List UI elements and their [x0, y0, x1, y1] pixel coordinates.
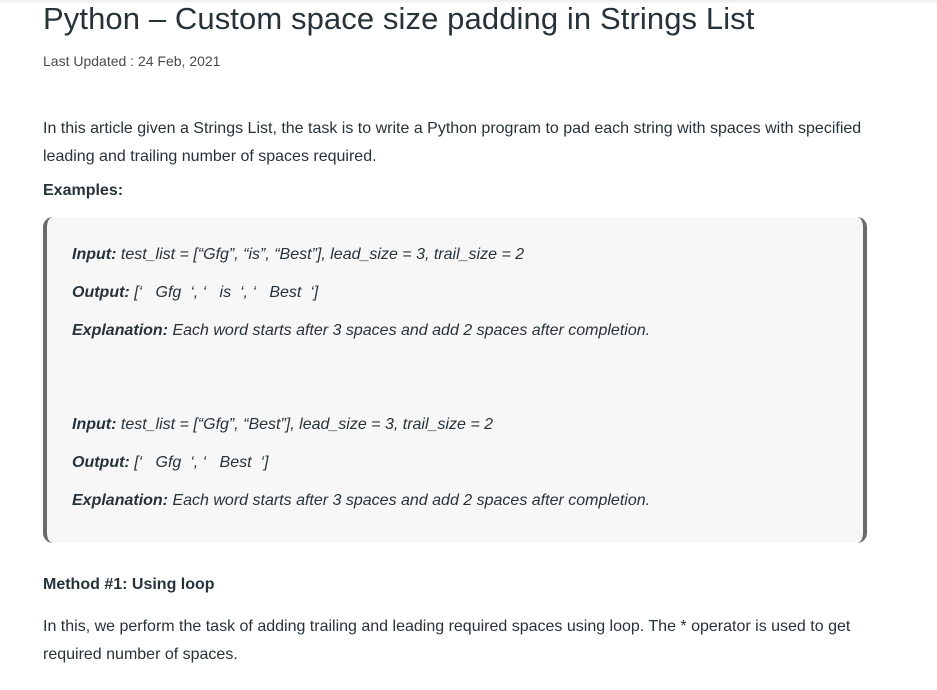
output-label: Output:: [72, 454, 130, 471]
output-label: Output:: [72, 284, 130, 301]
input-label: Input:: [72, 246, 117, 263]
example-2-explanation: Explanation: Each word starts after 3 sp…: [72, 492, 650, 510]
example-1-output: Output: [‘ Gfg ‘, ‘ is ‘, ‘ Best ‘]: [72, 284, 318, 302]
method-heading: Method #1: Using loop: [43, 576, 215, 593]
intro-paragraph: In this article given a Strings List, th…: [43, 120, 862, 165]
input-value: test_list = [“Gfg”, “Best”], lead_size =…: [116, 416, 494, 433]
examples-heading: Examples:: [43, 182, 124, 199]
example-1-explanation: Explanation: Each word starts after 3 sp…: [72, 322, 650, 340]
explanation-label: Explanation:: [72, 492, 169, 509]
page-title: Python – Custom space size padding in St…: [43, 1, 755, 36]
explanation-label: Explanation:: [72, 322, 169, 339]
examples-box: Input: test_list = [“Gfg”, “is”, “Best”]…: [43, 217, 867, 543]
example-2-input: Input: test_list = [“Gfg”, “Best”], lead…: [72, 416, 493, 434]
method-paragraph: In this, we perform the task of adding t…: [43, 618, 851, 663]
output-value: [‘ Gfg ‘, ‘ is ‘, ‘ Best ‘]: [129, 284, 319, 301]
explanation-value: Each word starts after 3 spaces and add …: [168, 322, 651, 339]
last-updated: Last Updated : 24 Feb, 2021: [43, 53, 221, 69]
output-value: [‘ Gfg ‘, ‘ Best ‘]: [129, 454, 269, 471]
input-label: Input:: [72, 416, 117, 433]
input-value: test_list = [“Gfg”, “is”, “Best”], lead_…: [116, 246, 525, 263]
example-1-input: Input: test_list = [“Gfg”, “is”, “Best”]…: [72, 246, 524, 264]
example-2-output: Output: [‘ Gfg ‘, ‘ Best ‘]: [72, 454, 268, 472]
explanation-value: Each word starts after 3 spaces and add …: [168, 492, 651, 509]
